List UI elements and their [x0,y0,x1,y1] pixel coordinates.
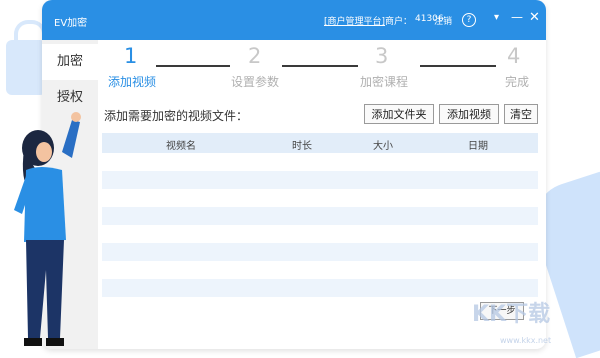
table-row [102,207,538,225]
step-2-number: 2 [248,44,262,68]
table-row [102,261,538,279]
step-1-number: 1 [124,44,138,68]
person-illustration [14,112,81,346]
watermark-url: www.kkx.net [500,336,552,345]
table-row [102,189,538,207]
sidebar-item-encrypt[interactable]: 加密 [42,44,98,80]
table-row [102,153,538,171]
app-title: EV加密 [54,18,88,29]
menu-dropdown-icon[interactable]: ▾ [494,12,499,23]
step-1-label: 添加视频 [108,75,157,89]
table-header: 视频名 时长 大小 日期 [102,133,538,153]
app-window: EV加密 [商户管理平台] 商户： 41306 注销 ? ▾ — ✕ 加密 授权… [42,0,546,349]
minimize-icon[interactable]: — [511,10,523,24]
step-2-label: 设置参数 [231,75,280,89]
video-table: 视频名 时长 大小 日期 [102,133,538,315]
title-bar: EV加密 [商户管理平台] 商户： 41306 注销 ? ▾ — ✕ [42,0,546,40]
close-icon[interactable]: ✕ [529,10,540,25]
step-4-label: 完成 [505,75,530,89]
step-connector [156,65,230,67]
table-row [102,243,538,261]
merchant-label: 商户： [385,17,413,27]
column-header-date[interactable]: 日期 [468,137,488,152]
watermark-logo: KK下载 [472,302,551,327]
merchant-platform-link[interactable]: [商户管理平台] [324,14,385,27]
step-4-number: 4 [507,44,521,68]
step-3-number: 3 [375,44,389,68]
logout-link[interactable]: 注销 [434,14,452,27]
step-connector [282,65,358,67]
table-row [102,171,538,189]
add-video-prompt: 添加需要加密的视频文件： [104,109,249,123]
table-row [102,225,538,243]
table-row [102,279,538,297]
step-connector [420,65,496,67]
step-3-label: 加密课程 [360,75,409,89]
help-icon[interactable]: ? [462,13,476,27]
column-header-name[interactable]: 视频名 [166,137,196,152]
column-header-duration[interactable]: 时长 [292,137,312,152]
add-folder-button[interactable]: 添加文件夹 [364,104,434,124]
clear-button[interactable]: 清空 [504,104,538,124]
column-header-size[interactable]: 大小 [373,137,393,152]
decorative-lock-shape [6,20,46,95]
add-video-button[interactable]: 添加视频 [439,104,499,124]
